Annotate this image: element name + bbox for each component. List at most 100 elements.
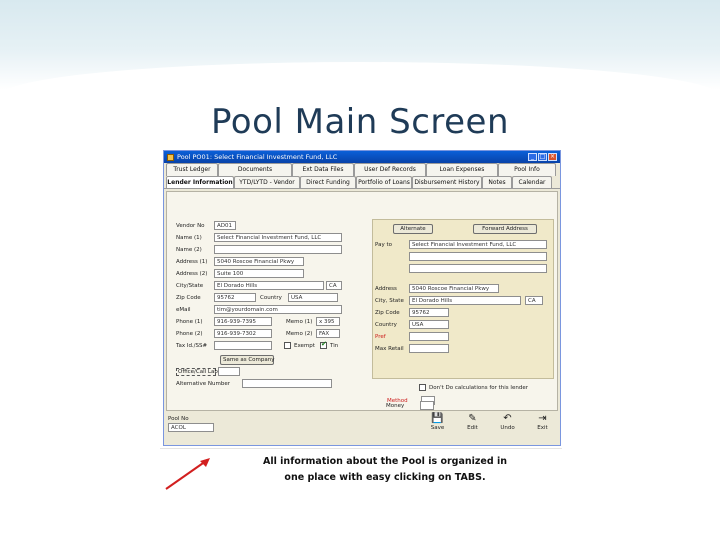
tab-user-def-records[interactable]: User Def Records (354, 163, 426, 176)
payee-country-label: Country (375, 321, 397, 328)
edit-icon: ✎ (468, 413, 477, 424)
payto-field[interactable]: Select Financial Investment Fund, LLC (409, 240, 547, 249)
email-field[interactable]: tim@yourdomain.com (214, 305, 342, 314)
address1-field[interactable]: 5040 Roscoe Financial Pkwy (214, 257, 304, 266)
payee-zip-label: Zip Code (375, 309, 400, 316)
address2-field[interactable]: Suite 100 (214, 269, 304, 278)
taxid-label: Tax Id./SS# (176, 342, 208, 349)
dont-calc-row: Don't Do calculations for this lender (419, 384, 528, 391)
save-button[interactable]: 💾 Save (426, 413, 450, 443)
tab-calendar[interactable]: Calendar (512, 176, 552, 188)
alternate-button[interactable]: Alternate (393, 224, 433, 234)
payee-maxretail-row: Max Retail (375, 344, 449, 353)
payee-panel: Alternate Forward Address Pay to Select … (372, 219, 554, 379)
action-toolbar: 💾 Save ✎ Edit ↶ Undo ⇥ Exit (420, 413, 560, 443)
tab-disbursement-history[interactable]: Disbursement History (412, 176, 482, 188)
lender-info-panel: Vendor No AD01 Name (1) Select Financial… (166, 191, 558, 411)
tab-lender-information[interactable]: Lender Information (166, 176, 234, 188)
minimize-button[interactable]: _ (528, 153, 537, 161)
slide-title: Pool Main Screen (210, 102, 509, 142)
payee-state-field[interactable]: CA (525, 296, 543, 305)
phone2-row: Phone (2) 916-939-7302 Memo (2) FAX (176, 329, 340, 338)
phone2-field[interactable]: 916-939-7302 (214, 329, 272, 338)
memo2-field[interactable]: FAX (316, 329, 340, 338)
exit-button[interactable]: ⇥ Exit (531, 413, 555, 443)
edit-button[interactable]: ✎ Edit (461, 413, 485, 443)
maximize-button[interactable]: □ (538, 153, 547, 161)
payto-row: Pay to Select Financial Investment Fund,… (375, 240, 547, 249)
alt-number-field[interactable] (242, 379, 332, 388)
vendor-no-field[interactable]: AD01 (214, 221, 236, 230)
phone1-field[interactable]: 916-939-7395 (214, 317, 272, 326)
forward-address-button[interactable]: Forward Address (473, 224, 537, 234)
memo1-field[interactable]: x 395 (316, 317, 340, 326)
zip-field[interactable]: 95762 (214, 293, 256, 302)
payee-address-field[interactable]: 5040 Roscoe Financial Pkwy (409, 284, 499, 293)
zip-row: Zip Code 95762 Country USA (176, 293, 338, 302)
name2-field[interactable] (214, 245, 342, 254)
exit-label: Exit (537, 425, 548, 431)
taxid-field[interactable] (214, 341, 272, 350)
slide-header-band (0, 0, 720, 96)
tab-portfolio-of-loans[interactable]: Portfolio of Loans (356, 176, 412, 188)
city-state-row: City/State El Dorado Hills CA (176, 281, 342, 290)
country-field[interactable]: USA (288, 293, 338, 302)
undo-icon: ↶ (503, 413, 512, 424)
payto3-field[interactable] (409, 264, 547, 273)
undo-button[interactable]: ↶ Undo (496, 413, 520, 443)
tab-direct-funding[interactable]: Direct Funding (300, 176, 356, 188)
payee-city-field[interactable]: El Dorado Hills (409, 296, 521, 305)
lender-fields: Vendor No AD01 Name (1) Select Financial… (172, 219, 367, 414)
save-label: Save (430, 425, 445, 431)
alt-number-label: Alternative Number (176, 380, 231, 387)
same-as-company-button[interactable]: Same as Company (220, 355, 275, 365)
app-window: Pool PO01: Select Financial Investment F… (163, 150, 561, 446)
payee-country-field[interactable]: USA (409, 320, 449, 329)
payee-zip-field[interactable]: 95762 (409, 308, 449, 317)
payto2-row (409, 252, 547, 261)
exempt-checkbox[interactable] (284, 342, 291, 349)
payee-address-label: Address (375, 285, 397, 292)
payee-pref-field[interactable] (409, 332, 449, 341)
email-row: eMail tim@yourdomain.com (176, 305, 342, 314)
taxid-row: Tax Id./SS# Exempt Tin (176, 340, 338, 350)
tab-trust-ledger[interactable]: Trust Ledger (166, 163, 218, 176)
name1-label: Name (1) (176, 234, 202, 241)
window-title: Pool PO01: Select Financial Investment F… (177, 153, 338, 161)
tin-checkbox[interactable] (320, 340, 327, 349)
tab-loan-expenses[interactable]: Loan Expenses (426, 163, 498, 176)
name2-label: Name (2) (176, 246, 202, 253)
pool-no-field[interactable]: ACOL (168, 423, 214, 432)
office-call-field[interactable] (218, 367, 240, 376)
close-button[interactable]: × (548, 153, 557, 161)
money-label: Money (386, 402, 405, 409)
callout-text: All information about the Pool is organi… (260, 454, 510, 486)
name1-field[interactable]: Select Financial Investment Fund, LLC (214, 233, 342, 242)
tab-ytd-vendor[interactable]: YTD/LYTD - Vendor (234, 176, 300, 188)
city-field[interactable]: El Dorado Hills (214, 281, 324, 290)
payee-zip-row: Zip Code 95762 (375, 308, 449, 317)
tab-notes[interactable]: Notes (482, 176, 512, 188)
tab-row-1: Trust Ledger Documents Ext Data Files Us… (164, 163, 560, 176)
same-as-row: Same as Company (220, 355, 275, 365)
payee-pref-label: Pref (375, 333, 386, 340)
money-field[interactable] (420, 401, 434, 410)
phone1-label: Phone (1) (176, 318, 203, 325)
payee-city-row: City, State El Dorado Hills CA (375, 296, 543, 305)
dont-calc-checkbox[interactable] (419, 384, 426, 391)
state-field[interactable]: CA (326, 281, 342, 290)
payee-city-label: City, State (375, 297, 404, 304)
phone1-row: Phone (1) 916-939-7395 Memo (1) x 395 (176, 317, 340, 326)
callout-arrow-icon (165, 458, 210, 490)
tab-documents[interactable]: Documents (218, 163, 292, 176)
tab-ext-data-files[interactable]: Ext Data Files (292, 163, 354, 176)
name1-row: Name (1) Select Financial Investment Fun… (176, 233, 342, 242)
callout-line-2: one place with easy clicking on TABS. (284, 472, 486, 483)
window-titlebar[interactable]: Pool PO01: Select Financial Investment F… (164, 151, 560, 163)
city-state-label: City/State (176, 282, 204, 289)
payto2-field[interactable] (409, 252, 547, 261)
callout-line-1: All information about the Pool is organi… (263, 456, 507, 467)
tab-pool-info[interactable]: Pool Info (498, 163, 556, 176)
payee-maxretail-field[interactable] (409, 344, 449, 353)
memo2-label: Memo (2) (286, 330, 313, 337)
